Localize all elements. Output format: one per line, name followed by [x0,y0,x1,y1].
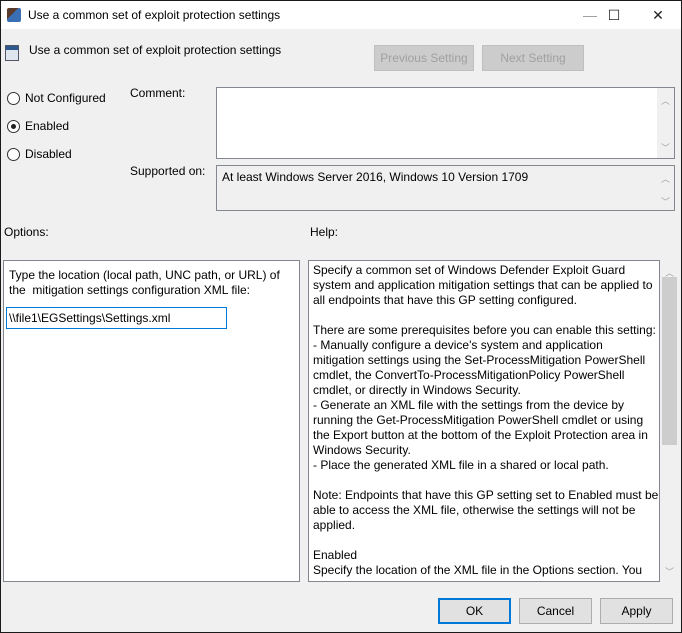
xml-path-input[interactable]: \\file1\EGSettings\Settings.xml [6,307,227,329]
comment-textarea[interactable]: ︿ ﹀ [216,87,675,159]
radio-circle[interactable] [7,120,20,133]
scroll-thumb[interactable] [662,277,677,445]
close-button[interactable]: ✕ [635,1,681,29]
radio-label: Enabled [25,119,70,133]
scroll-down-icon[interactable]: ﹀ [661,565,678,578]
scroll-down-icon[interactable]: ﹀ [657,195,674,208]
options-pane: Type the location (local path, UNC path,… [3,260,300,582]
app-icon [7,8,21,22]
window-title: Use a common set of exploit protection s… [28,8,281,22]
help-line: all endpoints that have this GP setting … [313,293,577,307]
previous-setting-button[interactable]: Previous Setting [374,45,474,71]
help-line: - Place the generated XML file in a shar… [313,458,609,472]
help-line: Enabled [313,548,358,562]
help-line: applied. [313,518,356,532]
help-line: the Export button at the bottom of the E… [313,428,648,442]
help-line [313,473,658,488]
help-line [313,533,658,548]
scroll-down-icon[interactable]: ﹀ [657,141,674,154]
supported-on-value: At least Windows Server 2016, Windows 10… [222,170,529,184]
radio-circle[interactable] [7,92,20,105]
help-line: There are some prerequisites before you … [313,323,656,337]
scroll-up-icon[interactable]: ︿ [657,94,674,107]
setting-name: Use a common set of exploit protection s… [29,43,282,57]
help-line: able to access the XML file, otherwise t… [313,503,636,517]
help-line: cmdlet, the ConvertTo-ProcessMitigationP… [313,368,625,382]
help-line: running the Get-ProcessMitigation PowerS… [313,413,644,427]
apply-button[interactable]: Apply [600,598,673,624]
supported-on-box: At least Windows Server 2016, Windows 10… [216,165,675,211]
scroll-up-icon[interactable]: ︿ [657,172,674,185]
help-line: mitigation settings using the Set-Proces… [313,353,646,367]
help-line: - Manually configure a device's system a… [313,338,603,352]
ok-button[interactable]: OK [438,598,511,624]
help-pane: Specify a common set of Windows Defender… [308,260,660,582]
comment-label: Comment: [130,86,186,100]
comment-scrollbar[interactable]: ︿ ﹀ [657,88,674,158]
radio-not-configured[interactable]: Not Configured [7,91,117,107]
supported-on-label: Supported on: [130,164,206,178]
radio-circle[interactable] [7,148,20,161]
options-description-line: the mitigation settings configuration XM… [9,283,251,297]
radio-enabled[interactable]: Enabled [7,119,117,135]
help-line: Windows Security. [313,443,411,457]
radio-label: Disabled [25,147,72,161]
help-line: Note: Endpoints that have this GP settin… [313,488,659,502]
radio-disabled[interactable]: Disabled [7,147,117,163]
cancel-button[interactable]: Cancel [519,598,592,624]
help-text: Specify a common set of Windows Defender… [313,263,658,578]
help-scrollbar[interactable]: ︿ ﹀ [661,260,678,582]
xml-path-value: \\file1\EGSettings\Settings.xml [9,311,171,325]
help-line: Specify a common set of Windows Defender… [313,263,626,277]
help-line [313,308,658,323]
help-label: Help: [310,225,339,239]
help-line: cmdlet, or directly in Windows Security. [313,383,521,397]
supported-scrollbar[interactable]: ︿ ﹀ [657,166,674,210]
options-description-line: Type the location (local path, UNC path,… [9,268,280,282]
help-line: system and application mitigation settin… [313,278,653,292]
help-line: Specify the location of the XML file in … [313,563,643,577]
maximize-button[interactable]: ☐ [591,1,637,29]
policy-icon [5,45,19,61]
next-setting-button[interactable]: Next Setting [482,45,584,71]
options-description: Type the location (local path, UNC path,… [9,268,280,298]
title-bar: Use a common set of exploit protection s… [1,1,681,29]
options-label: Options: [4,225,49,239]
radio-label: Not Configured [25,91,106,105]
help-line: - Generate an XML file with the settings… [313,398,625,412]
